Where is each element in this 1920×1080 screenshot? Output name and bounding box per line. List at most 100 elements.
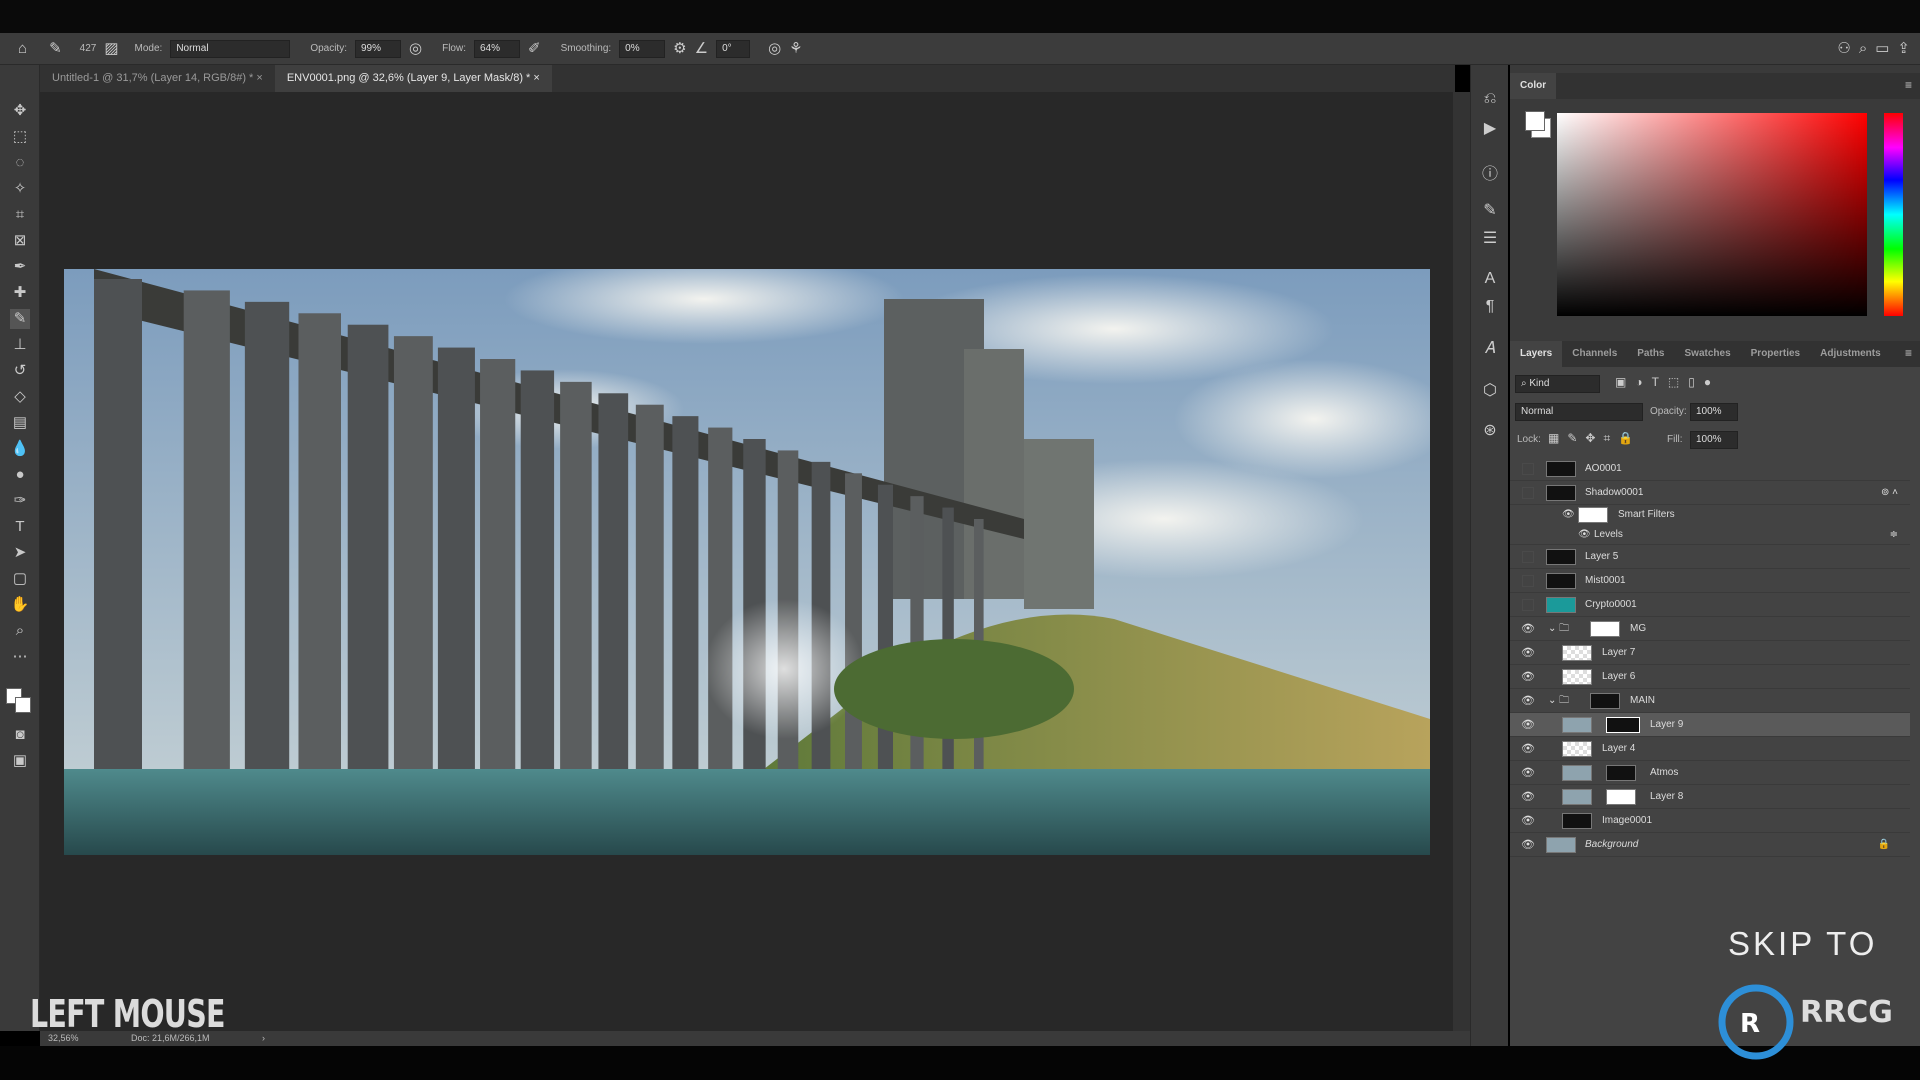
move-tool-icon[interactable]: ✥ (10, 101, 30, 121)
3d-icon[interactable]: ⬡ (1480, 380, 1500, 400)
paragraph-icon[interactable]: ¶ (1480, 298, 1500, 316)
close-icon[interactable]: × (533, 72, 539, 84)
layer-row[interactable]: Shadow0001 ⊚ ˄ (1510, 481, 1910, 505)
visibility-toggle[interactable] (1522, 487, 1534, 499)
gradient-icon[interactable]: ▤ (10, 413, 30, 433)
share-icon[interactable]: ⚇ (1837, 41, 1850, 56)
tab-layers[interactable]: Layers (1510, 341, 1563, 367)
actions-play-icon[interactable]: ▶ (1480, 118, 1500, 138)
status-menu-arrow[interactable]: › (262, 1031, 265, 1046)
blur-tool-icon[interactable]: 💧 (10, 439, 30, 459)
search-icon[interactable]: ⌕ (1859, 41, 1867, 56)
tab-paths[interactable]: Paths (1627, 341, 1674, 367)
healing-brush-icon[interactable]: ✚ (10, 283, 30, 303)
filter-row[interactable]: 👁 Levels ≑ (1510, 525, 1910, 545)
more-tools-icon[interactable]: ⋯ (10, 647, 30, 667)
history-icon[interactable]: ⎌ (1480, 90, 1500, 108)
airbrush-icon[interactable]: ✐ (528, 41, 541, 56)
layer-row[interactable]: AO0001 (1510, 457, 1910, 481)
dodge-tool-icon[interactable]: ● (10, 465, 30, 485)
eye-icon[interactable]: 👁 (1520, 617, 1536, 641)
hand-tool-icon[interactable]: ✋ (10, 595, 30, 615)
marquee-tool-icon[interactable]: ⬚ (10, 127, 30, 147)
layer-row[interactable]: 👁 Atmos (1510, 761, 1910, 785)
eye-icon[interactable]: 👁 (1520, 713, 1536, 737)
zoom-tool-icon[interactable]: ⌕ (10, 621, 30, 641)
tab-adjustments[interactable]: Adjustments (1810, 341, 1891, 367)
layer-row[interactable]: Layer 5 (1510, 545, 1910, 569)
layer-row[interactable]: 👁 Background 🔒 (1510, 833, 1910, 857)
type-tool-icon[interactable]: T (10, 517, 30, 537)
filter-options-icon[interactable]: ≑ (1890, 525, 1898, 545)
mode-select[interactable]: Normal (170, 39, 291, 58)
folder-icon[interactable]: ⌄ 🗀 (1548, 689, 1569, 713)
lasso-tool-icon[interactable]: ◌ (10, 153, 30, 173)
quick-mask-icon[interactable]: ◙ (10, 725, 30, 745)
screen-mode-icon[interactable]: ▣ (10, 751, 30, 771)
brush-tool-icon[interactable]: ✎ (49, 41, 62, 56)
background-color-swatch[interactable] (15, 697, 31, 713)
symmetry-icon[interactable]: ⚘ (789, 41, 802, 56)
layer-mask-thumbnail[interactable] (1606, 717, 1640, 733)
timeline-icon[interactable]: ⊛ (1480, 420, 1500, 440)
workspace-icon[interactable]: ▭ (1875, 41, 1889, 56)
visibility-toggle[interactable] (1522, 551, 1534, 563)
eye-icon[interactable]: 👁 (1562, 505, 1575, 525)
folder-icon[interactable]: ⌄ 🗀 (1548, 617, 1569, 641)
brush-tool-icon[interactable]: ✎ (10, 309, 30, 329)
eye-icon[interactable]: 👁 (1520, 689, 1536, 713)
filter-kind-select[interactable]: ⌕ Kind (1515, 375, 1600, 393)
glyphs-icon[interactable]: 𝐴 (1480, 340, 1500, 358)
smart-object-icon[interactable]: ⊚ ˄ (1881, 481, 1898, 505)
eye-icon[interactable]: 👁 (1520, 785, 1536, 809)
eye-icon[interactable]: 👁 (1520, 665, 1536, 689)
layer-row-selected[interactable]: 👁 Layer 9 (1510, 713, 1910, 737)
layer-row[interactable]: Crypto0001 (1510, 593, 1910, 617)
pressure-size-icon[interactable]: ◎ (768, 41, 781, 56)
crop-tool-icon[interactable]: ⌗ (10, 205, 30, 225)
visibility-toggle[interactable] (1522, 463, 1534, 475)
tab-untitled-1[interactable]: Untitled-1 @ 31,7% (Layer 14, RGB/8#) * … (40, 65, 275, 92)
layer-row[interactable]: 👁 Layer 7 (1510, 641, 1910, 665)
layer-opacity-field[interactable]: 100% (1690, 403, 1738, 421)
brush-settings-icon[interactable]: ☰ (1480, 228, 1500, 248)
export-icon[interactable]: ⇪ (1897, 41, 1910, 56)
visibility-toggle[interactable] (1522, 575, 1534, 587)
layer-row[interactable]: 👁 Layer 6 (1510, 665, 1910, 689)
close-icon[interactable]: × (256, 72, 262, 84)
layer-row[interactable]: 👁 Layer 8 (1510, 785, 1910, 809)
history-brush-icon[interactable]: ↺ (10, 361, 30, 381)
group-row[interactable]: 👁 ⌄ 🗀 MAIN (1510, 689, 1910, 713)
path-select-icon[interactable]: ➤ (10, 543, 30, 563)
tab-color[interactable]: Color (1510, 73, 1557, 99)
pen-tool-icon[interactable]: ✑ (10, 491, 30, 511)
eye-icon[interactable]: 👁 (1520, 809, 1536, 833)
opacity-field[interactable]: 99% (355, 39, 401, 58)
eye-icon[interactable]: 👁 (1520, 737, 1536, 761)
flow-field[interactable]: 64% (474, 39, 520, 58)
layer-row[interactable]: 👁 Layer 4 (1510, 737, 1910, 761)
character-icon[interactable]: A (1480, 270, 1500, 288)
smart-filters-row[interactable]: 👁 Smart Filters (1510, 505, 1910, 525)
magic-wand-icon[interactable]: ✧ (10, 179, 30, 199)
layer-mask-thumbnail[interactable] (1606, 789, 1636, 805)
gear-icon[interactable]: ⚙ (673, 41, 686, 56)
info-icon[interactable]: ⓘ (1480, 160, 1500, 184)
panel-menu-icon[interactable]: ≡ (1905, 78, 1912, 92)
home-icon[interactable]: ⌂ (18, 41, 27, 56)
layer-row[interactable]: Mist0001 (1510, 569, 1910, 593)
blend-mode-select[interactable]: Normal (1515, 403, 1643, 421)
tab-properties[interactable]: Properties (1741, 341, 1810, 367)
pressure-opacity-icon[interactable]: ◎ (409, 41, 422, 56)
layer-row[interactable]: 👁 Image0001 (1510, 809, 1910, 833)
eyedropper-icon[interactable]: ✒ (10, 257, 30, 277)
color-background-swatch[interactable] (1525, 111, 1545, 131)
document-image[interactable] (64, 269, 1430, 855)
layer-mask-thumbnail[interactable] (1606, 765, 1636, 781)
frame-tool-icon[interactable]: ⊠ (10, 231, 30, 251)
lock-icons[interactable]: ▦✎✥⌗🔒 (1548, 431, 1641, 446)
tab-swatches[interactable]: Swatches (1675, 341, 1741, 367)
eye-icon[interactable]: 👁 (1520, 641, 1536, 665)
hue-slider[interactable] (1884, 113, 1903, 316)
stamp-tool-icon[interactable]: ⊥ (10, 335, 30, 355)
